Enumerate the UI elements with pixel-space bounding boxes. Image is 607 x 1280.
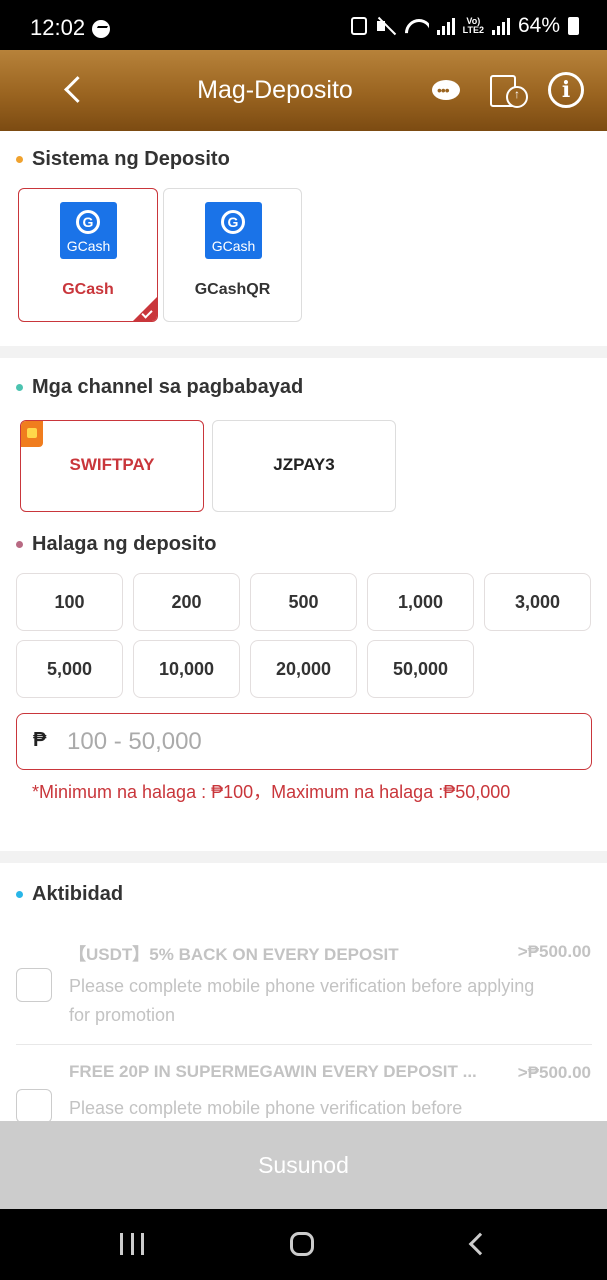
status-bar: 12:02 Vo) LTE2 64% — [0, 0, 607, 50]
activity-item-title: FREE 20P IN SUPERMEGAWIN EVERY DEPOSIT .… — [69, 1062, 477, 1081]
activity-checkbox[interactable] — [16, 968, 52, 1002]
deposit-option-gcashqr[interactable]: G GCash GCashQR — [163, 188, 302, 322]
channel-label: SWIFTPAY — [69, 455, 155, 474]
app-header: Mag-Deposito i — [0, 50, 607, 131]
page-title: Mag-Deposito — [197, 76, 353, 104]
channel-option-jzpay3[interactable]: JZPAY3 — [212, 420, 396, 512]
activity-checkbox[interactable] — [16, 1089, 52, 1123]
section-dot — [16, 384, 23, 391]
amount-preset-3000[interactable]: 3,000 — [484, 573, 591, 631]
amount-preset-500[interactable]: 500 — [250, 573, 357, 631]
amount-preset-50000[interactable]: 50,000 — [367, 640, 474, 698]
amount-preset-200[interactable]: 200 — [133, 573, 240, 631]
amount-preset-100[interactable]: 100 — [16, 573, 123, 631]
clipboard-upload-icon[interactable] — [488, 72, 528, 108]
volte-label: Vo) LTE2 — [462, 16, 484, 35]
battery-percent: 64% — [517, 14, 560, 37]
amount-preset-10000[interactable]: 10,000 — [133, 640, 240, 698]
channel-label: JZPAY3 — [273, 455, 335, 474]
amount-input[interactable] — [67, 722, 567, 762]
section-dot — [16, 541, 23, 548]
gcash-logo: G GCash — [205, 202, 262, 259]
status-time: 12:02 — [30, 15, 86, 40]
gcash-logo-text: GCash — [66, 238, 111, 254]
activity-title-text: Aktibidad — [32, 883, 124, 905]
amount-preset-5000[interactable]: 5,000 — [16, 640, 123, 698]
signal-icon — [436, 17, 455, 35]
row-separator — [16, 1044, 592, 1045]
gcash-logo: G GCash — [60, 202, 117, 259]
deposit-system-title-text: Sistema ng Deposito — [32, 148, 230, 170]
system-nav-bar — [0, 1209, 607, 1280]
amount-input-box: ₱ — [16, 713, 592, 770]
notification-icon — [350, 17, 367, 35]
wifi-icon — [405, 17, 429, 35]
amount-hint: *Minimum na halaga : ₱100，Maximum na hal… — [32, 782, 511, 802]
battery-icon — [568, 17, 579, 35]
support-icon[interactable] — [428, 72, 464, 108]
amount-title: Halaga ng deposito — [16, 533, 216, 556]
gcash-logo-text: GCash — [211, 238, 256, 254]
channel-option-swiftpay[interactable]: SWIFTPAY — [20, 420, 204, 512]
recommended-thumb-icon — [21, 421, 43, 447]
deposit-option-label: GCashQR — [194, 281, 271, 298]
messenger-icon — [92, 20, 110, 38]
info-icon[interactable]: i — [548, 72, 584, 108]
amount-title-text: Halaga ng deposito — [32, 533, 217, 555]
amount-preset-20000[interactable]: 20,000 — [250, 640, 357, 698]
activity-item-desc: Please complete mobile phone verificatio… — [69, 976, 535, 1025]
activity-item-desc: Please complete mobile phone verificatio… — [69, 1098, 463, 1118]
channels-title-text: Mga channel sa pagbabayad — [32, 376, 304, 398]
recent-apps-icon[interactable] — [120, 1233, 144, 1255]
deposit-option-gcash[interactable]: G GCash GCash — [18, 188, 158, 322]
section-divider — [0, 346, 607, 358]
deposit-system-title: Sistema ng Deposito — [16, 148, 230, 171]
nav-back-icon[interactable] — [466, 1234, 484, 1252]
gcash-g-icon: G — [221, 210, 245, 234]
currency-sign: ₱ — [33, 729, 47, 751]
submit-button[interactable]: Susunod — [0, 1121, 607, 1209]
section-dot — [16, 156, 23, 163]
home-icon[interactable] — [290, 1232, 314, 1256]
section-divider — [0, 851, 607, 863]
gcash-g-icon: G — [76, 210, 100, 234]
section-dot — [16, 891, 23, 898]
channels-title: Mga channel sa pagbabayad — [16, 376, 303, 399]
activity-item-amount: >₱500.00 — [517, 942, 591, 961]
amount-preset-1000[interactable]: 1,000 — [367, 573, 474, 631]
activity-item-title: 【USDT】5% BACK ON EVERY DEPOSIT — [69, 945, 399, 964]
status-icons: Vo) LTE2 64% — [350, 14, 579, 38]
mute-icon — [375, 17, 397, 35]
activity-item-amount: >₱500.00 — [517, 1063, 591, 1082]
signal-2-icon — [491, 17, 510, 35]
activity-title: Aktibidad — [16, 883, 123, 906]
